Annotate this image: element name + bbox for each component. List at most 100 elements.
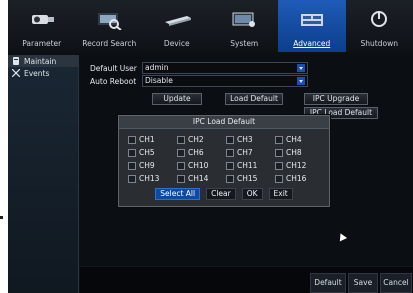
nav-label: Parameter	[22, 39, 62, 48]
channel-label: CH14	[188, 174, 209, 183]
channel-label: CH12	[286, 161, 307, 170]
sidebar-item-label: Maintain	[24, 56, 57, 66]
channel-label: CH8	[286, 148, 302, 157]
checkbox-icon	[226, 161, 234, 170]
channel-label: CH4	[286, 135, 302, 144]
channel-label: CH1	[139, 135, 155, 144]
update-button[interactable]: Update	[152, 93, 202, 105]
checkbox-icon	[177, 174, 185, 183]
device-icon	[164, 16, 191, 26]
channel-checkbox[interactable]: CH13	[128, 174, 159, 183]
checkbox-icon	[128, 174, 136, 183]
nav-shutdown[interactable]: Shutdown	[346, 0, 413, 52]
channel-label: CH11	[237, 161, 258, 170]
channel-label: CH6	[188, 148, 204, 157]
checkbox-icon	[177, 148, 185, 157]
checkbox-icon	[226, 148, 234, 157]
sidebar: Maintain Events	[8, 55, 79, 293]
channel-label: CH9	[139, 161, 155, 170]
ok-button[interactable]: OK	[241, 188, 263, 200]
channel-checkbox[interactable]: CH6	[177, 148, 204, 157]
default-user-select[interactable]: admin	[142, 62, 308, 74]
nav-parameter[interactable]: Parameter	[8, 0, 76, 52]
dialog-title: IPC Load Default	[119, 116, 329, 129]
nav-system[interactable]: System	[211, 0, 279, 52]
save-button[interactable]: Save	[348, 273, 378, 293]
channel-checkbox[interactable]: CH5	[128, 148, 155, 157]
channel-checkbox[interactable]: CH2	[177, 135, 204, 144]
checkbox-icon	[275, 148, 283, 157]
checkbox-icon	[177, 135, 185, 144]
checkbox-icon	[226, 135, 234, 144]
auto-reboot-select[interactable]: Disable	[142, 75, 308, 87]
system-icon	[232, 12, 256, 27]
ipc-upgrade-button[interactable]: IPC Upgrade	[304, 93, 368, 105]
channel-label: CH7	[237, 148, 253, 157]
channel-checkbox[interactable]: CH3	[226, 135, 253, 144]
nav-label: System	[230, 39, 259, 48]
checkbox-icon	[177, 161, 185, 170]
checkbox-icon	[275, 174, 283, 183]
shutdown-icon	[371, 11, 388, 27]
default-user-value: admin	[145, 63, 169, 72]
sidebar-item-label: Events	[24, 68, 50, 78]
checkbox-icon	[128, 161, 136, 170]
dvr-advanced-screen: Parameter Record Search Device System Ad…	[8, 0, 413, 293]
chevron-down-icon	[297, 77, 305, 85]
maintain-icon	[12, 57, 20, 65]
checkbox-icon	[275, 135, 283, 144]
checkbox-icon	[128, 148, 136, 157]
channel-checkbox[interactable]: CH8	[275, 148, 302, 157]
nav-label: Shutdown	[360, 39, 398, 48]
auto-reboot-row: Auto Reboot Disable	[90, 75, 308, 87]
nav-label: Record Search	[82, 39, 137, 48]
exit-button[interactable]: Exit	[268, 188, 293, 200]
chevron-down-icon	[297, 64, 305, 72]
bottom-bar: Default Save Cancel	[80, 266, 413, 293]
channel-label: CH16	[286, 174, 307, 183]
channel-grid: CH1 CH2 CH3 CH4 CH5 CH6 CH7 CH8 CH9 CH10…	[128, 135, 322, 187]
sidebar-item-events[interactable]: Events	[8, 67, 78, 79]
channel-checkbox[interactable]: CH10	[177, 161, 208, 170]
checkbox-icon	[226, 174, 234, 183]
checkbox-icon	[275, 161, 283, 170]
channel-label: CH13	[139, 174, 160, 183]
default-button[interactable]: Default	[310, 273, 346, 293]
nav-advanced[interactable]: Advanced	[278, 0, 346, 52]
edge-marker	[0, 216, 3, 219]
checkbox-icon	[128, 135, 136, 144]
channel-label: CH2	[188, 135, 204, 144]
channel-checkbox[interactable]: CH12	[275, 161, 306, 170]
channel-checkbox[interactable]: CH16	[275, 174, 306, 183]
channel-label: CH10	[188, 161, 209, 170]
load-default-button[interactable]: Load Default	[225, 93, 283, 105]
sidebar-item-maintain[interactable]: Maintain	[8, 55, 78, 67]
default-user-label: Default User	[90, 63, 137, 73]
channel-checkbox[interactable]: CH14	[177, 174, 208, 183]
nav-label: Device	[163, 39, 190, 48]
channel-checkbox[interactable]: CH7	[226, 148, 253, 157]
dialog-buttons: Select All Clear OK Exit	[119, 188, 329, 200]
nav-record-search[interactable]: Record Search	[76, 0, 144, 52]
clear-button[interactable]: Clear	[206, 188, 236, 200]
top-navigation: Parameter Record Search Device System Ad…	[8, 0, 413, 52]
events-icon	[11, 68, 21, 78]
default-user-row: Default User admin	[90, 62, 308, 74]
nav-device[interactable]: Device	[143, 0, 211, 52]
channel-checkbox[interactable]: CH9	[128, 161, 155, 170]
channel-checkbox[interactable]: CH1	[128, 135, 155, 144]
auto-reboot-value: Disable	[145, 76, 173, 85]
channel-label: CH5	[139, 148, 155, 157]
channel-checkbox[interactable]: CH4	[275, 135, 302, 144]
record-search-icon	[98, 13, 122, 30]
channel-label: CH15	[237, 174, 258, 183]
camera-icon	[31, 15, 54, 24]
cancel-button[interactable]: Cancel	[380, 273, 412, 293]
channel-checkbox[interactable]: CH15	[226, 174, 257, 183]
auto-reboot-label: Auto Reboot	[90, 76, 137, 86]
channel-label: CH3	[237, 135, 253, 144]
select-all-button[interactable]: Select All	[155, 188, 201, 200]
ipc-load-default-dialog: IPC Load Default CH1 CH2 CH3 CH4 CH5 CH6…	[118, 115, 330, 207]
channel-checkbox[interactable]: CH11	[226, 161, 257, 170]
nav-label: Advanced	[293, 39, 331, 48]
